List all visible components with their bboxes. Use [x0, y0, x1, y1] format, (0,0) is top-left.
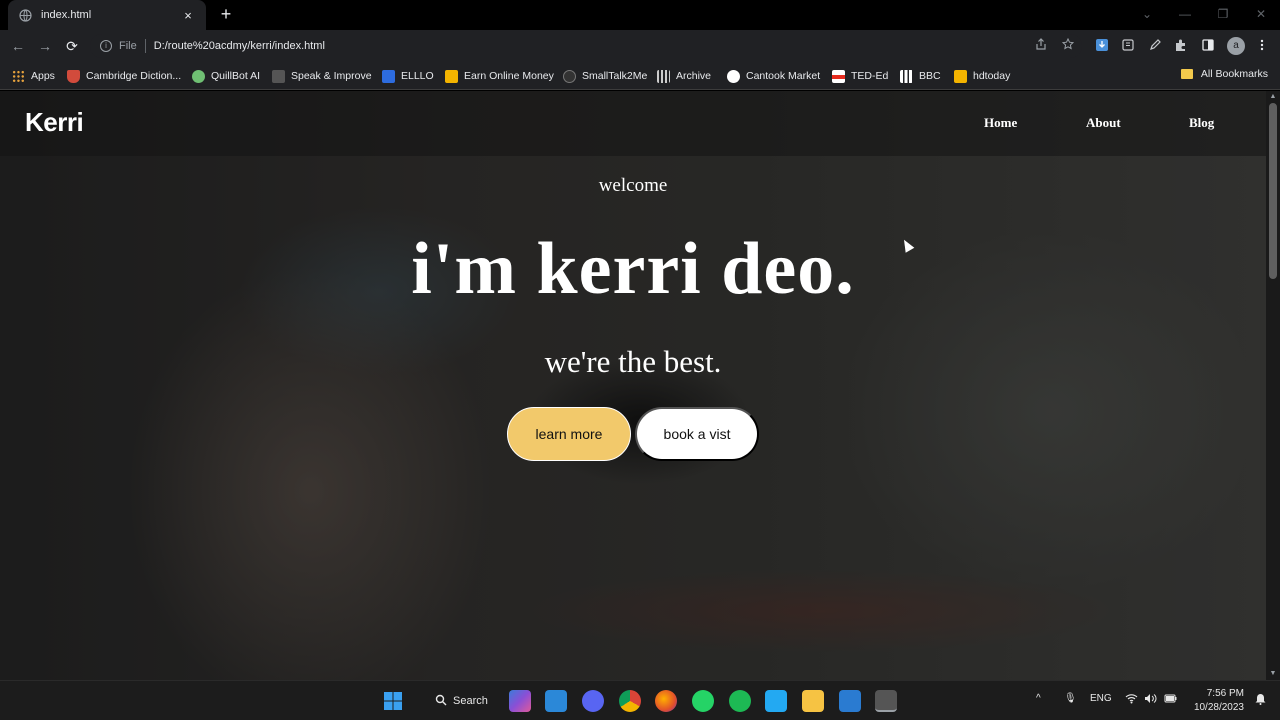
file-explorer-icon[interactable] — [802, 690, 824, 712]
ted-ed-icon — [832, 69, 845, 83]
minimize-button[interactable]: — — [1166, 0, 1204, 30]
forward-button[interactable]: → — [35, 36, 55, 56]
profile-avatar[interactable]: a — [1227, 37, 1245, 55]
scrollbar-thumb[interactable] — [1269, 103, 1277, 279]
all-bookmarks-button[interactable]: All Bookmarks — [1180, 68, 1268, 80]
scroll-down-arrow-icon[interactable]: ▼ — [1269, 670, 1277, 678]
site-navbar: Kerri Home About Blog — [0, 91, 1266, 156]
media-player-icon[interactable] — [839, 690, 861, 712]
globe-icon — [18, 8, 32, 22]
search-icon — [435, 694, 447, 709]
nav-home-link[interactable]: Home — [984, 115, 1017, 131]
browser-tab[interactable]: index.html × — [8, 0, 206, 30]
side-panel-icon[interactable] — [1200, 38, 1216, 54]
bookmark-archive[interactable]: Archive — [657, 68, 711, 84]
restore-button[interactable]: ❐ — [1204, 0, 1242, 30]
new-tab-button[interactable]: + — [216, 4, 236, 24]
archive-building-icon — [657, 69, 670, 83]
bookmark-elllo[interactable]: ELLLO — [382, 68, 434, 84]
quillbot-icon — [192, 69, 205, 83]
scroll-up-arrow-icon[interactable]: ▲ — [1269, 93, 1277, 101]
hero-tagline: we're the best. — [544, 344, 722, 379]
windows-taskbar: Search ^ 🎙 ENG 7:56 PM 10/28/2023 — [0, 680, 1280, 720]
smalltalk-icon — [563, 69, 576, 83]
taskbar-clock[interactable]: 7:56 PM 10/28/2023 — [1194, 687, 1244, 715]
back-button[interactable]: ← — [8, 36, 28, 56]
browser-tab-strip: index.html × + ⌄ — ❐ ✕ — [0, 0, 1280, 30]
hdtoday-icon — [954, 69, 967, 83]
bookmark-speak-improve[interactable]: Speak & Improve — [272, 68, 372, 84]
extensions-puzzle-icon[interactable] — [1173, 38, 1189, 54]
bookmark-smalltalk2me[interactable]: SmallTalk2Me — [563, 68, 647, 84]
bookmark-quillbot[interactable]: QuillBot AI — [192, 68, 260, 84]
bookmark-hdtoday[interactable]: hdtoday — [954, 68, 1010, 84]
battery-icon[interactable] — [1164, 693, 1178, 707]
bookmark-star-icon[interactable] — [1060, 37, 1076, 54]
spotify-icon[interactable] — [729, 690, 751, 712]
checkmark-icon — [445, 69, 458, 83]
wifi-icon[interactable] — [1125, 693, 1138, 707]
nav-about-link[interactable]: About — [1086, 115, 1121, 131]
more-menu-icon[interactable] — [1254, 38, 1270, 54]
url-scheme: File — [119, 40, 137, 52]
snipping-tool-icon[interactable] — [875, 690, 897, 712]
tab-search-icon[interactable]: ⌄ — [1128, 0, 1166, 30]
apps-grid-icon — [12, 69, 25, 83]
page-viewport: Kerri Home About Blog welcome i'm kerri … — [0, 91, 1266, 680]
firefox-icon[interactable] — [655, 690, 677, 712]
nav-blog-link[interactable]: Blog — [1189, 115, 1214, 131]
copilot-icon[interactable] — [509, 690, 531, 712]
microsoft-store-icon[interactable] — [545, 690, 567, 712]
whatsapp-icon[interactable] — [692, 690, 714, 712]
bookmark-apps[interactable]: Apps — [12, 68, 55, 84]
learn-more-button[interactable]: learn more — [507, 407, 631, 461]
windows-start-icon[interactable] — [382, 690, 404, 712]
tab-title: index.html — [41, 9, 92, 21]
microphone-icon[interactable]: 🎙 — [1064, 693, 1077, 704]
hero-welcome-text: welcome — [598, 175, 668, 196]
share-icon[interactable] — [1033, 38, 1049, 54]
elllo-icon — [382, 69, 395, 83]
bookmark-cambridge[interactable]: Cambridge Diction... — [67, 68, 181, 84]
bookmarks-bar: Apps Cambridge Diction... QuillBot AI Sp… — [0, 62, 1280, 90]
tab-close-icon[interactable]: × — [180, 8, 196, 23]
notification-bell-icon[interactable] — [1255, 693, 1266, 708]
pen-extension-icon[interactable] — [1147, 38, 1163, 54]
bookmark-ted-ed[interactable]: TED-Ed — [832, 68, 888, 84]
clock-time: 7:56 PM — [1206, 688, 1244, 699]
discord-icon[interactable] — [582, 690, 604, 712]
folder-icon — [1180, 69, 1193, 79]
download-extension-icon[interactable] — [1094, 38, 1110, 54]
address-bar[interactable]: i File D:/route%20acdmy/kerri/index.html — [90, 34, 1082, 58]
cambridge-shield-icon — [67, 69, 80, 83]
bookmark-bbc[interactable]: BBC — [900, 68, 941, 84]
book-visit-button[interactable]: book a vist — [635, 407, 759, 461]
bbc-icon — [900, 69, 913, 83]
reload-button[interactable]: ⟳ — [62, 36, 82, 56]
page-scrollbar[interactable]: ▲ ▼ — [1266, 91, 1280, 680]
close-window-button[interactable]: ✕ — [1242, 0, 1280, 30]
site-logo[interactable]: Kerri — [25, 107, 84, 138]
language-indicator[interactable]: ENG — [1090, 693, 1112, 704]
reader-extension-icon[interactable] — [1120, 38, 1136, 54]
speak-improve-icon — [272, 69, 285, 83]
bookmark-earn-online-money[interactable]: Earn Online Money — [445, 68, 554, 84]
url-separator — [144, 39, 146, 53]
clock-date: 10/28/2023 — [1193, 702, 1244, 713]
vscode-icon[interactable] — [765, 690, 787, 712]
bookmark-cantook-market[interactable]: Cantook Market — [727, 68, 820, 84]
chrome-icon[interactable] — [619, 690, 641, 712]
volume-icon[interactable] — [1144, 693, 1157, 707]
url-text[interactable]: D:/route%20acdmy/kerri/index.html — [154, 40, 325, 52]
site-info-icon[interactable]: i — [100, 40, 112, 52]
browser-toolbar: ← → ⟳ i File D:/route%20acdmy/kerri/inde… — [0, 30, 1280, 62]
globe-icon — [727, 69, 740, 83]
hero-headline: i'm kerri deo. — [411, 228, 855, 310]
show-hidden-icons-chevron-icon[interactable]: ^ — [1036, 693, 1041, 704]
taskbar-search-button[interactable]: Search — [427, 690, 496, 712]
